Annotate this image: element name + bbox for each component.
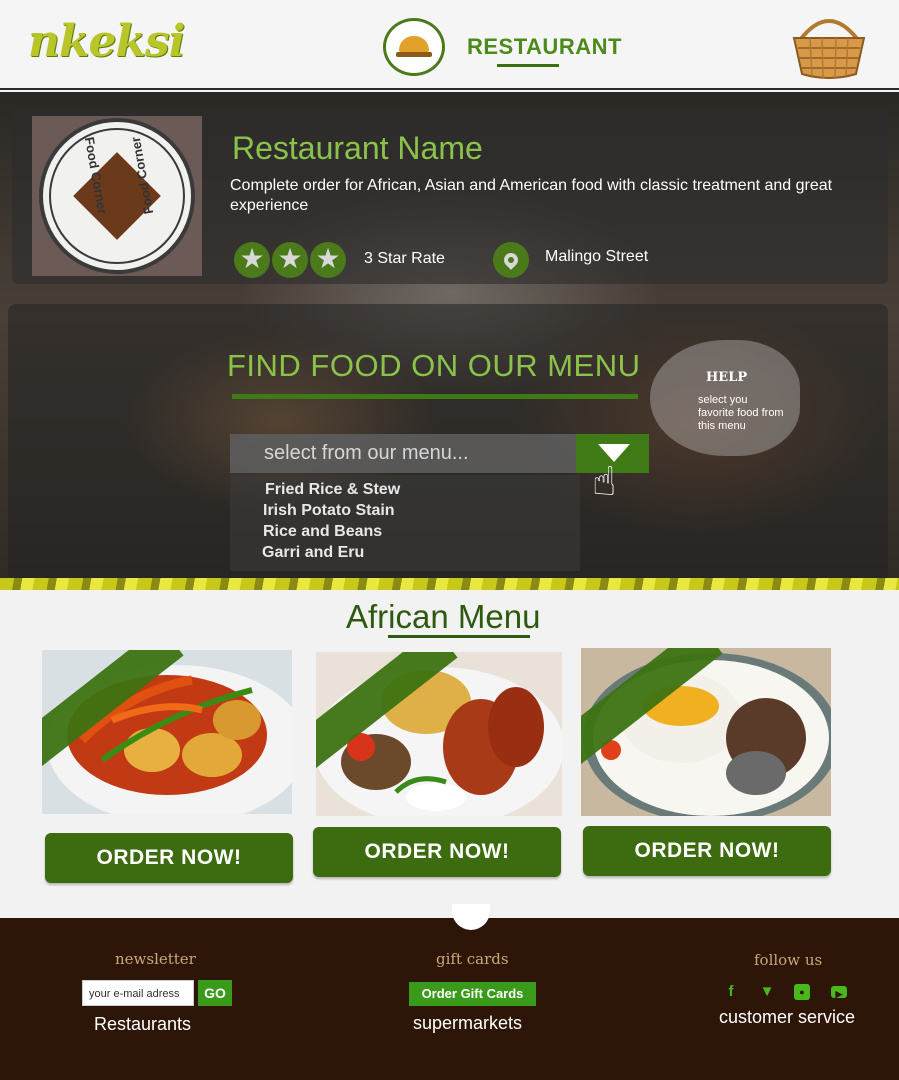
food-image[interactable] xyxy=(581,648,831,816)
twitter-icon[interactable]: ▼ xyxy=(759,984,775,1000)
restaurant-name: Restaurant Name xyxy=(232,130,483,166)
food-image[interactable] xyxy=(316,652,562,816)
nav-restaurant[interactable]: RESTAURANT xyxy=(467,34,622,60)
basket-icon[interactable] xyxy=(790,8,868,82)
order-now-button[interactable]: ORDER NOW! xyxy=(583,826,831,876)
menu-select-placeholder[interactable]: select from our menu... xyxy=(264,442,469,465)
restaurant-dome-icon[interactable] xyxy=(383,18,445,76)
african-menu-title: African Menu xyxy=(346,598,541,635)
newsletter-title: newsletter xyxy=(115,950,196,968)
food-image[interactable] xyxy=(42,650,292,814)
restaurant-logo: Food Corner Food Corner xyxy=(32,116,202,276)
dropdown-option[interactable]: Garri and Eru xyxy=(262,544,364,562)
location-pin-icon xyxy=(493,242,529,278)
follow-us-title: follow us xyxy=(754,951,823,969)
help-text: select you favorite food from this menu xyxy=(698,394,784,432)
footer: newsletter your e-mail adress GO Restaur… xyxy=(0,904,899,1080)
order-now-button[interactable]: ORDER NOW! xyxy=(313,827,561,877)
help-title: HELP xyxy=(706,370,748,385)
pointer-hand-icon: ☝ xyxy=(592,459,617,505)
order-gift-cards-button[interactable]: Order Gift Cards xyxy=(409,982,536,1006)
hero-section: Food Corner Food Corner Restaurant Name … xyxy=(0,92,899,590)
dropdown-option[interactable]: Irish Potato Stain xyxy=(263,502,395,520)
restaurant-location: Malingo Street xyxy=(545,248,649,265)
instagram-icon[interactable]: ● xyxy=(794,984,810,1000)
dropdown-option[interactable]: Rice and Beans xyxy=(263,523,382,541)
rating-label: 3 Star Rate xyxy=(364,250,445,267)
customer-service-link[interactable]: customer service xyxy=(719,1007,855,1028)
find-food-underline xyxy=(232,394,638,399)
star-icon: ★ xyxy=(272,242,308,278)
star-icon: ★ xyxy=(310,242,346,278)
facebook-icon[interactable]: f xyxy=(723,984,739,1000)
find-food-title: FIND FOOD ON OUR MENU xyxy=(227,348,641,383)
african-menu-section: African Menu ORDER NOW! ORDER NOW! ORDER… xyxy=(0,590,899,918)
nav-active-underline xyxy=(497,64,559,67)
gift-cards-title: gift cards xyxy=(436,950,509,968)
site-logo[interactable]: nkeksi xyxy=(28,16,185,67)
star-rating: ★ ★ ★ xyxy=(234,242,346,278)
african-menu-underline xyxy=(388,635,530,638)
go-button[interactable]: GO xyxy=(198,980,232,1006)
restaurants-link[interactable]: Restaurants xyxy=(94,1014,191,1035)
order-now-button[interactable]: ORDER NOW! xyxy=(45,833,293,883)
scroll-top-knob[interactable] xyxy=(452,904,490,930)
header: nkeksi RESTAURANT xyxy=(0,0,899,90)
youtube-icon[interactable]: ▶ xyxy=(831,986,847,999)
restaurant-description: Complete order for African, Asian and Am… xyxy=(230,177,833,214)
email-field[interactable]: your e-mail adress xyxy=(82,980,194,1006)
dropdown-option[interactable]: Fried Rice & Stew xyxy=(265,481,400,499)
supermarkets-link[interactable]: supermarkets xyxy=(413,1013,522,1034)
star-icon: ★ xyxy=(234,242,270,278)
